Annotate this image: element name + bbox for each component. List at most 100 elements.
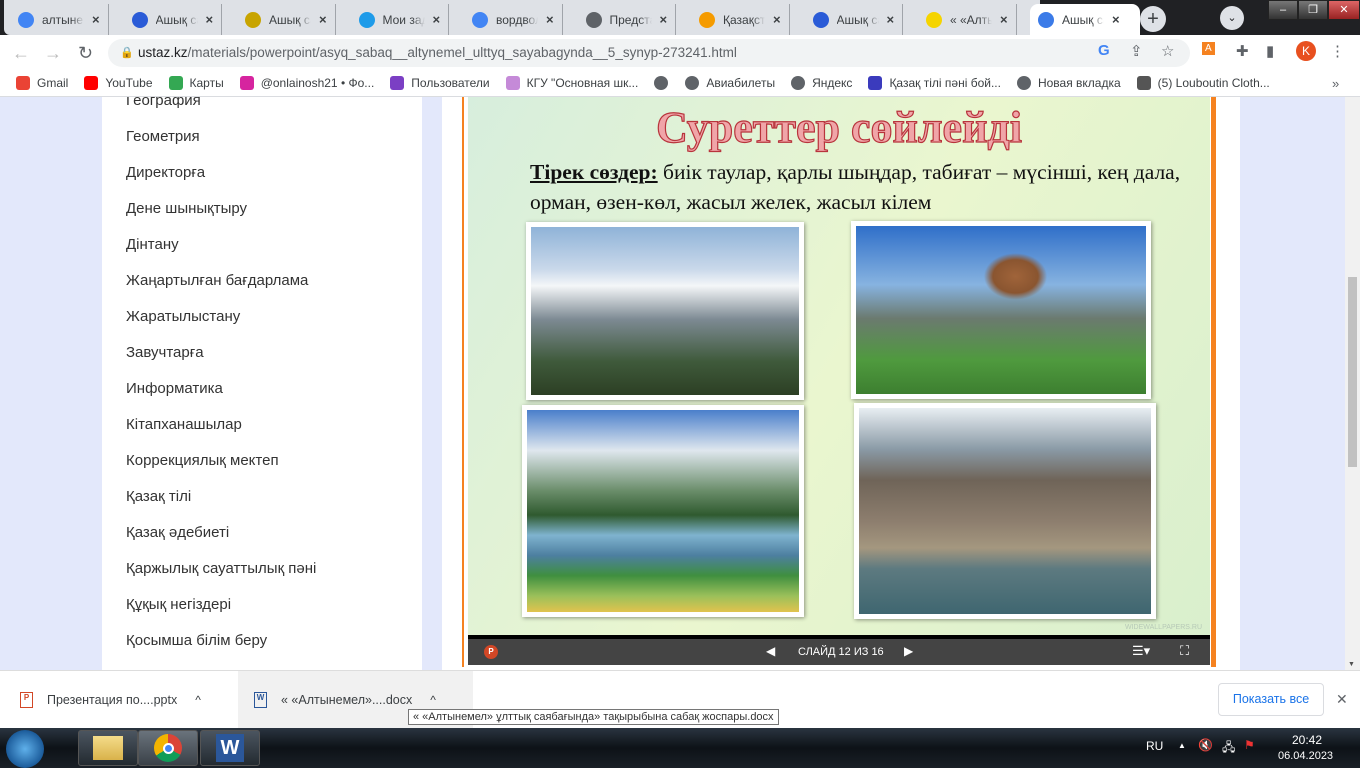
scrollbar-thumb[interactable] <box>1348 277 1357 467</box>
sidebar-category-link[interactable]: Жаратылыстану <box>126 308 240 325</box>
sidebar-category-link[interactable]: Директорға <box>126 164 205 181</box>
close-window-button[interactable]: ✕ <box>1328 0 1360 20</box>
close-tab-icon[interactable]: × <box>546 12 554 27</box>
chevron-up-icon[interactable]: ^ <box>430 693 436 707</box>
globe-icon <box>585 11 602 28</box>
reload-button[interactable]: ↻ <box>78 43 93 64</box>
tray-expand-icon[interactable]: ▲ <box>1178 741 1186 750</box>
bookmark-item[interactable]: Карты <box>168 76 224 90</box>
bookmark-item[interactable]: КГУ "Основная шк... <box>505 76 638 90</box>
tab-title: Ашық сабақ <box>269 12 311 27</box>
chevron-up-icon[interactable]: ^ <box>195 693 201 707</box>
bookmark-item[interactable]: Яндекс <box>791 76 852 90</box>
google-lens-icon[interactable]: G <box>1098 42 1110 59</box>
bookmark-item[interactable]: YouTube <box>84 76 153 90</box>
sidebar-category-link[interactable]: Құқық негіздері <box>126 596 231 613</box>
new-tab-button[interactable]: + <box>1140 6 1166 32</box>
bookmark-item[interactable] <box>654 76 675 90</box>
browser-tab[interactable]: Қазақстан × <box>691 4 790 35</box>
sidebar-category-link[interactable]: Геометрия <box>126 128 200 145</box>
share-icon[interactable]: ⇪ <box>1130 42 1143 60</box>
address-bar[interactable]: 🔒 ustaz.kz/materials/powerpoint/asyq_sab… <box>108 39 1190 67</box>
sidebar-category-link[interactable]: Қазақ әдебиеті <box>126 524 229 541</box>
side-panel-icon[interactable]: ▮ <box>1266 42 1274 60</box>
sidebar-category-link[interactable]: Дене шынықтыру <box>126 200 247 217</box>
photo-rock-formation <box>851 221 1151 399</box>
clock-date[interactable]: 06.04.2023 <box>1278 750 1333 762</box>
close-tab-icon[interactable]: × <box>660 12 668 27</box>
profile-avatar[interactable]: K <box>1296 41 1316 61</box>
browser-tab[interactable]: Мои задания × <box>351 4 450 35</box>
sidebar-category-link[interactable]: Информатика <box>126 380 223 397</box>
browser-tab[interactable]: Ашық сабақ × <box>1030 4 1140 35</box>
bookmark-item[interactable]: @onlainosh21 • Фо... <box>239 76 374 90</box>
language-indicator[interactable]: RU <box>1146 739 1163 753</box>
browser-tab[interactable]: Ашық сабақ × <box>124 4 223 35</box>
word-taskbar-button[interactable]: W <box>200 730 260 766</box>
close-tab-icon[interactable]: × <box>92 12 100 27</box>
minimize-button[interactable]: – <box>1268 0 1298 20</box>
sidebar-category-link[interactable]: Дінтану <box>126 236 179 253</box>
volume-muted-icon[interactable]: 🔇 <box>1198 738 1213 752</box>
bookmark-item[interactable]: Новая вкладка <box>1016 76 1121 90</box>
chrome-taskbar-button[interactable] <box>138 730 198 766</box>
close-tab-icon[interactable]: × <box>319 12 327 27</box>
sidebar-category-link[interactable]: Коррекциялық мектеп <box>126 452 279 469</box>
browser-tab[interactable]: Ашық сабақ × <box>805 4 904 35</box>
browser-tab[interactable]: Ашық сабақ × <box>237 4 336 35</box>
bookmark-item[interactable]: Пользователи <box>390 76 490 90</box>
back-button[interactable]: ← <box>12 43 30 64</box>
close-tab-icon[interactable]: × <box>773 12 781 27</box>
bookmark-item[interactable]: Авиабилеты <box>685 76 775 90</box>
viewer-controls: P ◀ СЛАЙД 12 ИЗ 16 ▶ ☰▾ ⛶ <box>468 639 1210 665</box>
sidebar-category-link[interactable]: Завучтарға <box>126 344 204 361</box>
bookmark-item[interactable]: (5) Louboutin Cloth... <box>1136 76 1270 90</box>
menu-icon[interactable]: ⋮ <box>1330 42 1345 60</box>
show-all-downloads-button[interactable]: Показать все <box>1218 683 1324 716</box>
start-button[interactable] <box>6 730 44 768</box>
network-icon[interactable]: 🖧 <box>1222 738 1235 759</box>
close-downloads-bar-button[interactable]: ✕ <box>1336 691 1348 708</box>
scroll-down-icon[interactable]: ▼ <box>1348 661 1355 668</box>
extensions-icon[interactable]: ✚ <box>1236 42 1249 60</box>
forward-button[interactable]: → <box>44 43 62 64</box>
clock-time[interactable]: 20:42 <box>1292 733 1322 747</box>
explorer-taskbar-button[interactable] <box>78 730 138 766</box>
sidebar-category-link[interactable]: Қаржылық сауаттылық пәні <box>126 560 316 577</box>
close-tab-icon[interactable]: × <box>887 12 895 27</box>
sidebar-category-link[interactable]: Қазақ тілі <box>126 488 191 505</box>
bookmark-icon <box>685 76 700 90</box>
maximize-button[interactable]: ❐ <box>1298 0 1328 20</box>
bookmark-icon <box>168 76 183 90</box>
sidebar-category-link[interactable]: Қосымша білім беру <box>126 632 267 649</box>
close-tab-icon[interactable]: × <box>1000 12 1008 27</box>
category-sidebar: География Геометрия Директорға Дене шынықты… <box>102 97 422 670</box>
notes-menu-icon[interactable]: ☰▾ <box>1132 643 1150 659</box>
sidebar-category-link[interactable]: Кітапханашылар <box>126 416 242 433</box>
browser-tab[interactable]: алтынемел × <box>10 4 109 35</box>
more-bookmarks-button[interactable]: » <box>1332 76 1339 91</box>
browser-tab[interactable]: Представление × <box>578 4 677 35</box>
bookmark-star-icon[interactable]: ☆ <box>1161 42 1174 60</box>
close-tab-icon[interactable]: × <box>1112 12 1120 27</box>
page-scrollbar[interactable]: ▼ <box>1345 97 1360 670</box>
tab-title: Қазақстан <box>723 12 765 27</box>
bookmark-label: Gmail <box>37 76 69 90</box>
previous-slide-button[interactable]: ◀ <box>766 644 775 658</box>
flag-alert-icon[interactable]: ⚑ <box>1244 738 1255 752</box>
browser-tab[interactable]: « «Алтынемел» × <box>918 4 1017 35</box>
bookmark-item[interactable]: Қазақ тілі пәні бой... <box>868 76 1001 90</box>
next-slide-button[interactable]: ▶ <box>904 644 913 658</box>
browser-tab[interactable]: вордвол × <box>464 4 563 35</box>
sidebar-category-link[interactable]: Жаңартылған бағдарлама <box>126 272 308 289</box>
photo-lake-boats <box>854 403 1156 619</box>
sidebar-category-link[interactable]: География <box>126 97 201 109</box>
close-tab-icon[interactable]: × <box>433 12 441 27</box>
close-tab-icon[interactable]: × <box>206 12 214 27</box>
bookmark-icon <box>239 76 254 90</box>
download-item-pptx[interactable]: P Презентация по....pptx ^ <box>20 671 235 729</box>
tab-search-button[interactable]: ⌄ <box>1220 6 1244 30</box>
bookmark-item[interactable]: Gmail <box>16 76 68 90</box>
extension-shop-icon[interactable]: A <box>1202 42 1215 55</box>
fullscreen-icon[interactable]: ⛶ <box>1180 643 1189 659</box>
